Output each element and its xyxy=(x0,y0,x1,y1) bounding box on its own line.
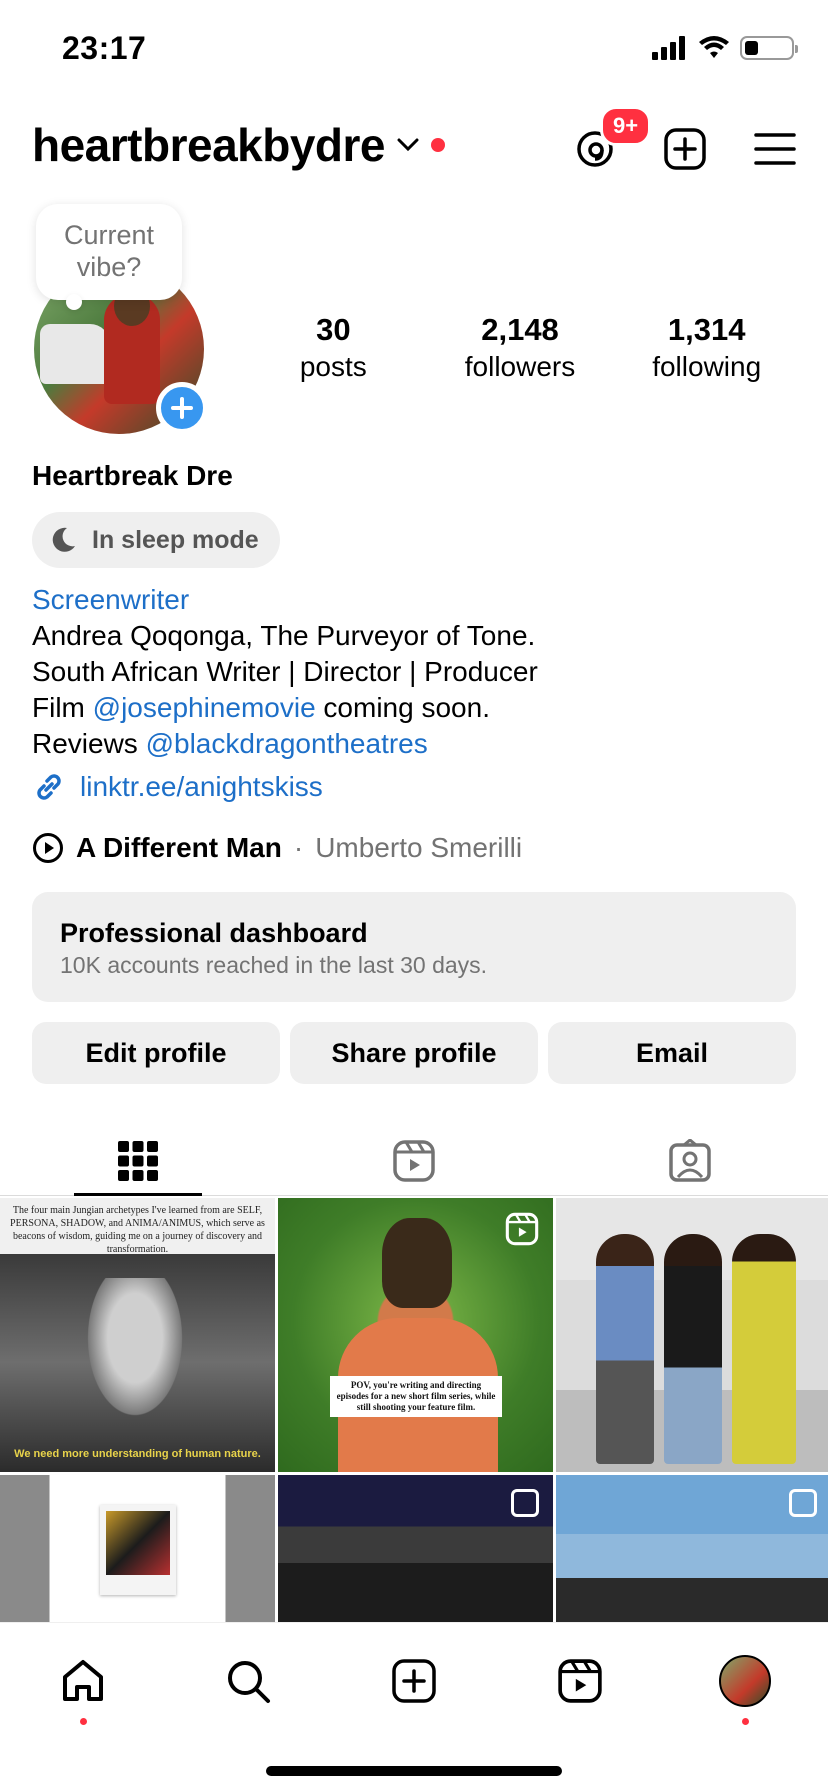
bio-text: coming soon. xyxy=(315,692,490,723)
link-icon xyxy=(37,774,61,800)
music-title: A Different Man xyxy=(76,832,282,863)
professional-dashboard[interactable]: Professional dashboard 10K accounts reac… xyxy=(32,892,796,1002)
grid-icon xyxy=(118,1140,158,1181)
profile-tabs xyxy=(0,1126,828,1196)
mention-link[interactable]: @josephinemovie xyxy=(93,692,316,723)
notification-dot xyxy=(79,1718,87,1725)
plus-icon xyxy=(171,397,193,419)
home-indicator xyxy=(266,1766,562,1776)
menu-button[interactable] xyxy=(752,126,798,172)
profile-action-buttons: Edit profile Share profile Email xyxy=(32,1022,796,1084)
bio-line: South African Writer | Director | Produc… xyxy=(32,656,538,687)
grid-post[interactable] xyxy=(278,1475,553,1622)
carousel-indicator-icon xyxy=(511,1489,539,1517)
share-profile-button[interactable]: Share profile xyxy=(290,1022,538,1084)
profile-music[interactable]: A Different Man · Umberto Smerilli xyxy=(32,832,522,864)
stat-following[interactable]: 1,314 following xyxy=(613,310,800,384)
tagged-person-icon xyxy=(669,1138,711,1182)
reels-icon xyxy=(393,1139,435,1182)
notification-dot xyxy=(742,1718,750,1725)
grid-post[interactable]: The four main Jungian archetypes I've le… xyxy=(0,1198,275,1472)
display-name: Heartbreak Dre xyxy=(32,460,233,491)
music-separator: · xyxy=(293,832,304,863)
link-label: linktr.ee/anightskiss xyxy=(80,771,323,802)
status-icons xyxy=(652,36,798,60)
email-button[interactable]: Email xyxy=(548,1022,796,1084)
plus-square-icon xyxy=(664,128,706,170)
nav-reels[interactable] xyxy=(550,1651,610,1711)
bio-line: Reviews @blackdragontheatres xyxy=(32,726,538,762)
notification-dot xyxy=(431,138,445,152)
threads-badge: 9+ xyxy=(600,106,652,146)
tab-tagged[interactable] xyxy=(552,1126,828,1195)
bio-line: Andrea Qoqonga, The Purveyor of Tone. xyxy=(32,620,536,651)
post-caption-text: We need more understanding of human natu… xyxy=(14,1448,261,1460)
cellular-signal-icon xyxy=(652,36,685,60)
post-overlay-text: The four main Jungian archetypes I've le… xyxy=(10,1205,265,1255)
stat-following-count: 1,314 xyxy=(667,312,746,347)
dashboard-subtitle: 10K accounts reached in the last 30 days… xyxy=(60,952,488,978)
stat-following-label: following xyxy=(652,351,762,382)
wifi-icon xyxy=(699,36,729,58)
stat-followers-label: followers xyxy=(464,351,576,382)
current-vibe-bubble[interactable]: Current vibe? xyxy=(36,204,182,300)
nav-profile[interactable] xyxy=(715,1651,775,1725)
carousel-indicator-icon xyxy=(789,1489,817,1517)
stat-followers[interactable]: 2,148 followers xyxy=(427,310,614,384)
stat-posts-label: posts xyxy=(299,351,367,382)
avatar xyxy=(719,1655,772,1707)
play-circle-icon xyxy=(33,833,63,863)
edit-profile-button[interactable]: Edit profile xyxy=(32,1022,280,1084)
grid-post[interactable]: POV, you're writing and directing episod… xyxy=(278,1198,553,1472)
nav-search[interactable] xyxy=(218,1651,278,1711)
tab-reels[interactable] xyxy=(276,1126,552,1195)
music-artist: Umberto Smerilli xyxy=(315,832,523,863)
profile-stats: 30 posts 2,148 followers 1,314 following xyxy=(240,310,800,384)
tab-posts-grid[interactable] xyxy=(0,1126,276,1196)
nav-create[interactable] xyxy=(384,1651,444,1711)
threads-button[interactable]: 9+ xyxy=(572,106,652,172)
nav-home[interactable] xyxy=(53,1651,113,1725)
external-link[interactable]: linktr.ee/anightskiss xyxy=(32,770,323,804)
vibe-bubble-tail xyxy=(66,294,82,310)
stat-posts-count: 30 xyxy=(316,312,351,347)
profile-category[interactable]: Screenwriter xyxy=(32,582,538,618)
search-icon xyxy=(228,1661,271,1703)
stat-followers-count: 2,148 xyxy=(481,312,559,347)
bio-text: Reviews xyxy=(32,728,146,759)
moon-icon xyxy=(52,527,75,552)
bio: Screenwriter Andrea Qoqonga, The Purveyo… xyxy=(32,582,538,762)
dashboard-title: Professional dashboard xyxy=(60,918,368,948)
post-overlay-text: POV, you're writing and directing episod… xyxy=(330,1376,502,1417)
hamburger-menu-icon xyxy=(754,133,796,165)
username-label: heartbreakbydre xyxy=(32,119,386,171)
add-story-button[interactable] xyxy=(156,382,208,434)
stat-posts[interactable]: 30 posts xyxy=(240,310,427,384)
mention-link[interactable]: @blackdragontheatres xyxy=(146,728,428,759)
bio-text: Film xyxy=(32,692,93,723)
sleep-mode-label: In sleep mode xyxy=(92,525,259,554)
grid-post[interactable] xyxy=(0,1475,275,1622)
home-icon xyxy=(62,1660,103,1701)
plus-square-icon xyxy=(392,1659,436,1703)
bio-line: Film @josephinemovie coming soon. xyxy=(32,690,538,726)
reels-icon xyxy=(557,1659,602,1703)
sleep-mode-pill[interactable]: In sleep mode xyxy=(32,512,280,568)
battery-icon xyxy=(740,36,798,60)
create-button[interactable] xyxy=(662,126,708,172)
grid-post[interactable] xyxy=(556,1198,828,1472)
grid-post[interactable] xyxy=(556,1475,828,1622)
account-switcher[interactable]: heartbreakbydre xyxy=(32,118,445,172)
chevron-down-icon xyxy=(397,138,419,152)
reel-indicator-icon xyxy=(505,1212,539,1246)
posts-grid: The four main Jungian archetypes I've le… xyxy=(0,1198,828,1622)
status-time: 23:17 xyxy=(62,30,147,66)
profile-header: heartbreakbydre 9+ xyxy=(0,106,828,182)
status-bar: 23:17 xyxy=(0,0,828,100)
